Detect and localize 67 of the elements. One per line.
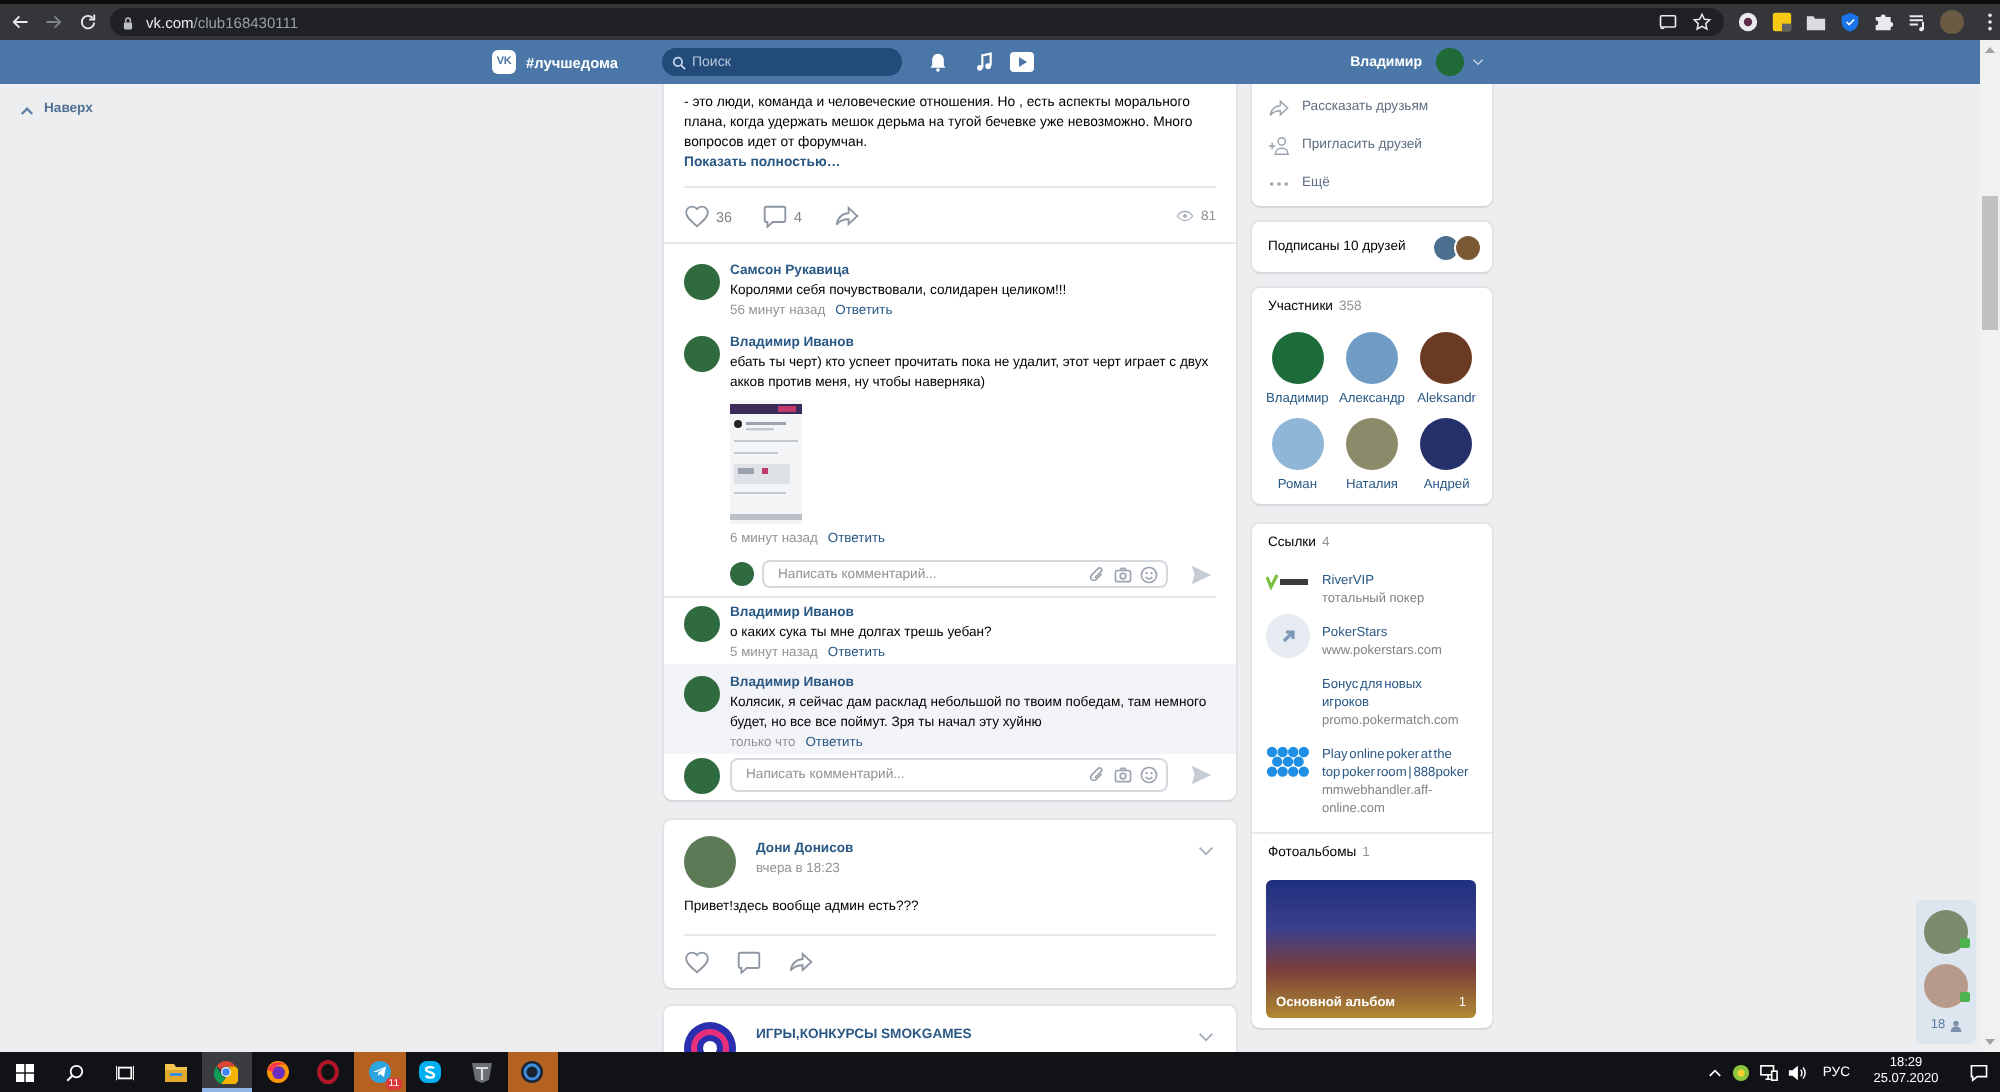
notification-icon[interactable]: [1970, 1063, 1988, 1081]
emblem-icon: [469, 1060, 494, 1084]
avatar[interactable]: [1420, 418, 1473, 470]
logo-icon[interactable]: [1266, 574, 1310, 590]
more-icon[interactable]: [1986, 12, 1994, 32]
note-icon[interactable]: [1772, 12, 1792, 32]
paperclip-icon[interactable]: [1088, 766, 1106, 784]
caret-up-icon: [20, 105, 34, 115]
playlist-icon[interactable]: [1908, 12, 1928, 32]
avatar[interactable]: [684, 264, 720, 300]
record-icon[interactable]: [1738, 12, 1758, 32]
avatar[interactable]: [684, 606, 720, 642]
reload-icon[interactable]: [78, 12, 98, 32]
windows-icon[interactable]: [16, 1063, 34, 1081]
share-icon: [1268, 97, 1290, 117]
comment-icon: [762, 204, 788, 228]
folder-icon[interactable]: [1806, 12, 1826, 32]
search-icon: [672, 55, 686, 69]
video-icon[interactable]: [1010, 52, 1034, 72]
network-icon[interactable]: [1760, 1063, 1779, 1081]
app-icon: [418, 1060, 443, 1084]
paperclip-icon[interactable]: [1088, 565, 1106, 583]
avatar[interactable]: [684, 676, 720, 712]
app-icon: [520, 1060, 545, 1084]
music-note-icon[interactable]: [974, 52, 994, 72]
caret-icon[interactable]: [1472, 58, 1484, 66]
share-icon[interactable]: [834, 204, 860, 228]
smile-icon[interactable]: [1140, 766, 1158, 784]
camera-icon[interactable]: [1114, 766, 1132, 784]
browser-logo-icon: [265, 1060, 290, 1084]
person-icon: [1949, 1019, 1962, 1031]
avatar: [730, 562, 754, 586]
heart-icon[interactable]: [684, 950, 710, 974]
ring-logo-icon: [316, 1060, 341, 1084]
screenshot-drawing[interactable]: [730, 400, 802, 524]
paper-plane-icon: [367, 1060, 392, 1084]
eye-icon: [1176, 210, 1195, 222]
avatar: [684, 758, 720, 794]
comment-icon[interactable]: [736, 950, 762, 974]
share-icon[interactable]: [788, 950, 814, 974]
speaker-icon[interactable]: [1788, 1063, 1807, 1081]
avatar[interactable]: [684, 336, 720, 372]
camera-icon[interactable]: [1114, 565, 1132, 583]
bell-icon[interactable]: [928, 52, 948, 72]
puzzle-icon[interactable]: [1874, 12, 1894, 32]
forward-icon[interactable]: [44, 12, 64, 32]
search-icon[interactable]: [66, 1063, 84, 1081]
dots-logo-icon[interactable]: [1266, 746, 1310, 778]
lock-icon[interactable]: [122, 15, 134, 29]
smile-icon[interactable]: [1140, 565, 1158, 583]
cast-icon[interactable]: [1658, 12, 1678, 32]
taskbar-button[interactable]: [201, 1052, 252, 1092]
avatar[interactable]: [1271, 332, 1324, 384]
back-icon[interactable]: [10, 12, 30, 32]
tray-app-icon[interactable]: [1732, 1063, 1751, 1081]
scrollbar[interactable]: [1980, 40, 2000, 1052]
avatar[interactable]: [1456, 235, 1480, 259]
add-person-icon: [1268, 135, 1290, 155]
shield-icon[interactable]: [1840, 12, 1860, 32]
scrollbar-thumb[interactable]: [1982, 196, 1998, 330]
star-icon[interactable]: [1692, 12, 1712, 32]
chevron-up-icon[interactable]: [1708, 1067, 1723, 1077]
browser-logo-icon: [214, 1060, 239, 1084]
folder-icon: [163, 1060, 188, 1084]
avatar[interactable]: [1434, 235, 1458, 259]
avatar[interactable]: [1420, 332, 1473, 384]
task-view-icon[interactable]: [116, 1063, 134, 1081]
